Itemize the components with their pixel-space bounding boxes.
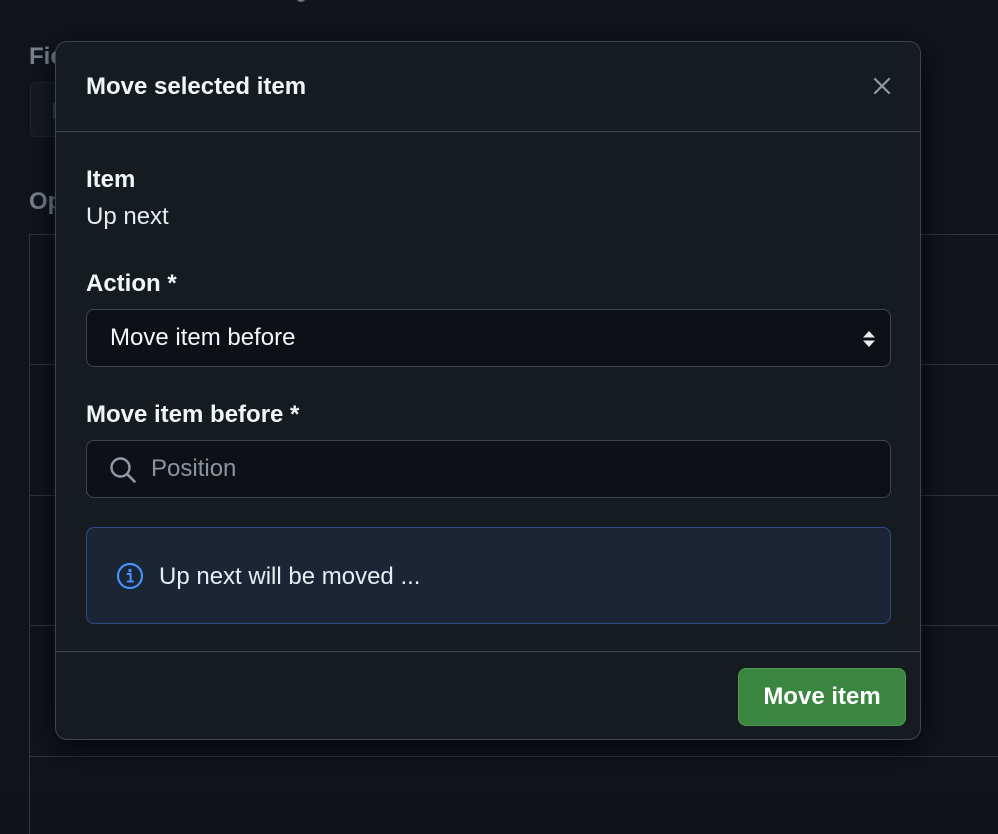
move-item-dialog: Move selected item Item Up next Action *… xyxy=(55,41,921,740)
search-icon xyxy=(109,456,137,484)
info-icon xyxy=(116,562,144,590)
action-select[interactable]: Move item before xyxy=(86,309,891,367)
move-target-label: Move item before * xyxy=(86,401,299,429)
background-clipped-text xyxy=(296,0,306,2)
item-value: Up next xyxy=(86,203,169,231)
position-search-field[interactable] xyxy=(86,440,891,498)
select-caret-icon xyxy=(862,330,876,348)
dialog-footer: Move item xyxy=(56,651,920,740)
dialog-title: Move selected item xyxy=(86,73,306,101)
dialog-header: Move selected item xyxy=(56,42,920,132)
item-label: Item xyxy=(86,166,135,194)
position-input[interactable] xyxy=(151,450,871,488)
close-icon xyxy=(873,77,891,95)
action-label: Action * xyxy=(86,270,177,298)
action-select-value: Move item before xyxy=(110,324,295,352)
close-button[interactable] xyxy=(866,70,898,102)
background-table-divider xyxy=(30,756,998,757)
info-message: Up next will be moved ... xyxy=(159,563,420,591)
info-banner: Up next will be moved ... xyxy=(86,527,891,624)
move-item-button[interactable]: Move item xyxy=(738,668,906,726)
